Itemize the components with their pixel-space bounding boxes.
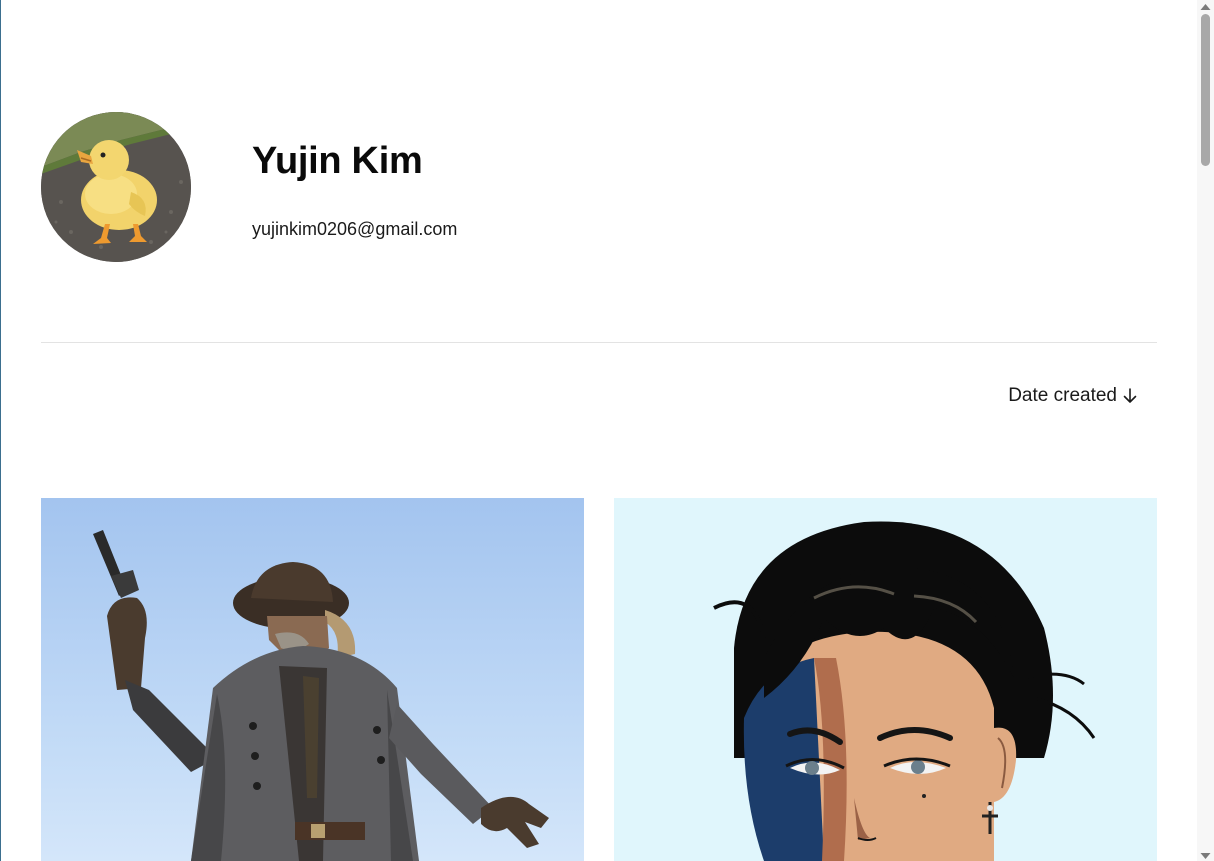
main-content: Yujin Kim yujinkim0206@gmail.com Date cr… [41,0,1157,861]
profile-name: Yujin Kim [252,140,423,182]
scroll-up-arrow-icon[interactable] [1197,0,1214,12]
profile-email: yujinkim0206@gmail.com [252,219,458,239]
vertical-scrollbar[interactable] [1197,0,1214,861]
anime-portrait-illustration [713,521,1096,861]
sort-label: Date created [1008,385,1117,406]
sort-dropdown-button[interactable]: Date created [1008,383,1137,409]
duckling-photo [41,112,191,262]
scroll-down-arrow-icon[interactable] [1197,849,1214,861]
cowboy-illustration [93,530,549,861]
gallery-card[interactable] [41,498,584,861]
scrollbar-thumb[interactable] [1201,14,1210,166]
avatar[interactable] [41,112,191,262]
profile-page: Yujin Kim yujinkim0206@gmail.com Date cr… [0,0,1214,861]
gallery-card[interactable] [614,498,1157,861]
profile-header: Yujin Kim yujinkim0206@gmail.com [41,112,1157,262]
arrow-down-icon [1123,388,1137,403]
section-divider [41,342,1157,343]
